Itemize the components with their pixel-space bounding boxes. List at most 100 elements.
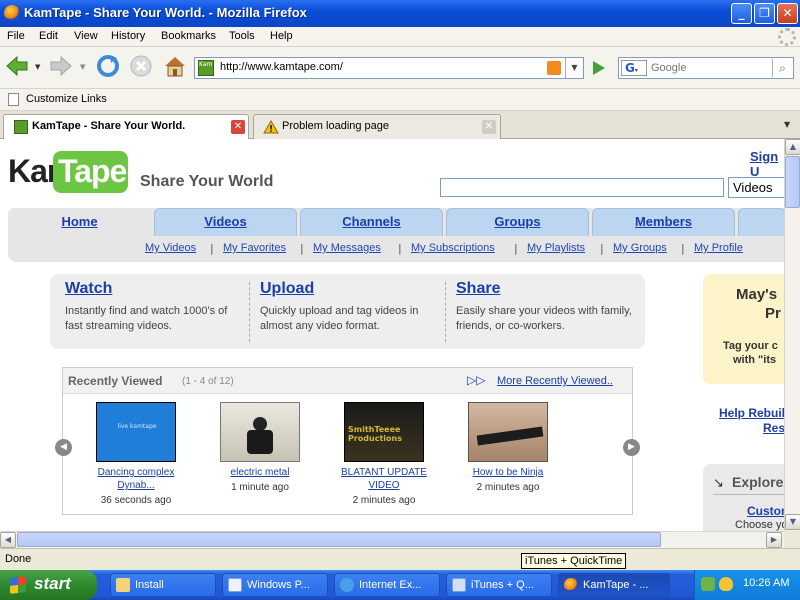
scroll-thumb[interactable] (17, 532, 661, 547)
status-bar: Done (0, 548, 800, 570)
video-title-4[interactable]: How to be Ninja (458, 466, 558, 479)
task-label: iTunes + Q... (471, 579, 534, 591)
explore-arrow-icon: ↘ (713, 476, 724, 491)
task-windows-p[interactable]: Windows P... (222, 573, 328, 597)
forward-button[interactable] (48, 53, 74, 79)
search-magnifier-icon[interactable]: ⌕ (772, 59, 792, 77)
separator: | (681, 242, 685, 255)
menu-bookmarks[interactable]: Bookmarks (161, 30, 216, 42)
explore-title: Explore (732, 474, 784, 490)
search-bar[interactable]: G▾ ⌕ (618, 57, 794, 79)
video-time-3: 2 minutes ago (352, 495, 416, 506)
clock[interactable]: 10:26 AM (743, 577, 789, 589)
menu-tools[interactable]: Tools (229, 30, 255, 42)
reload-icon[interactable] (95, 53, 121, 79)
tab-list-dropdown[interactable]: ▼ (784, 120, 790, 129)
task-internet-explorer[interactable]: Internet Ex... (334, 573, 440, 597)
tooltip: iTunes + QuickTime (521, 553, 627, 569)
minimize-button[interactable]: _ (731, 3, 752, 24)
video-title-1[interactable]: Dancing complex Dynab... (86, 466, 186, 492)
carousel-prev-button[interactable]: ◀ (55, 439, 72, 456)
tab-close-icon[interactable]: ✕ (231, 120, 245, 134)
menu-history[interactable]: History (111, 30, 145, 42)
task-install[interactable]: Install (110, 573, 216, 597)
search-scope-select[interactable]: Videos (728, 177, 784, 198)
video-thumbnail-4[interactable] (468, 402, 548, 462)
tab-videos[interactable]: Videos (154, 208, 297, 236)
tab-channels[interactable]: Channels (300, 208, 443, 236)
address-bar[interactable]: Kam http://www.kamtape.com/ ▼ (194, 57, 584, 79)
feature-watch-title[interactable]: Watch (65, 280, 112, 298)
task-kamtape-firefox[interactable]: KamTape - ... (558, 573, 670, 597)
back-button[interactable] (4, 53, 30, 79)
sublink-my-messages[interactable]: My Messages (313, 242, 381, 254)
forward-history-dropdown[interactable]: ▼ (80, 63, 85, 71)
explore-custom-link[interactable]: Custom (747, 504, 784, 518)
search-engine-icon[interactable]: G▾ (621, 60, 647, 76)
tab-label: Problem loading page (282, 120, 390, 132)
window-title-bar[interactable]: KamTape - Share Your World. - Mozilla Fi… (0, 0, 800, 27)
video-thumbnail-1[interactable]: live kamtape (96, 402, 176, 462)
sublink-my-favorites[interactable]: My Favorites (223, 242, 286, 254)
video-title-2[interactable]: electric metal (210, 466, 310, 479)
more-recently-viewed-link[interactable]: More Recently Viewed.. (497, 375, 613, 387)
sublink-my-playlists[interactable]: My Playlists (527, 242, 585, 254)
sublink-my-profile[interactable]: My Profile (694, 242, 743, 254)
tab-problem-loading[interactable]: Problem loading page ✕ (253, 114, 501, 139)
video-thumbnail-3[interactable]: SmithTeeee Productions (344, 402, 424, 462)
maximize-button[interactable]: ❐ (754, 3, 775, 24)
more-arrow-icon: ▷▷ (467, 373, 486, 387)
thumb-caption: live kamtape (117, 423, 157, 430)
logo-tape-box[interactable]: Tape (53, 151, 128, 193)
rss-feed-icon[interactable] (547, 61, 561, 75)
video-title-3[interactable]: BLATANT UPDATE VIDEO (334, 466, 434, 492)
tab-kamtape[interactable]: KamTape - Share Your World. ✕ (3, 114, 249, 139)
vertical-scrollbar[interactable]: ▲ ▼ (784, 139, 800, 531)
tab-members[interactable]: Members (592, 208, 735, 236)
home-icon[interactable] (162, 53, 188, 79)
site-search-input[interactable] (440, 178, 724, 197)
bookmark-customize-links[interactable]: Customize Links (26, 93, 107, 105)
video-thumbnail-2[interactable] (220, 402, 300, 462)
tab-close-icon[interactable]: ✕ (482, 120, 496, 134)
close-button[interactable]: ✕ (777, 3, 798, 24)
scroll-right-button[interactable]: ▶ (766, 532, 782, 548)
feature-upload-title[interactable]: Upload (260, 280, 314, 298)
scroll-up-button[interactable]: ▲ (785, 139, 800, 155)
menu-bar: File Edit View History Bookmarks Tools H… (0, 27, 800, 47)
help-rebuild-link[interactable]: Help Rebuil (719, 406, 784, 420)
task-label: Internet Ex... (359, 579, 422, 591)
scroll-thumb[interactable] (785, 156, 800, 208)
sublink-my-groups[interactable]: My Groups (613, 242, 667, 254)
ie-icon (340, 578, 354, 592)
menu-help[interactable]: Help (270, 30, 293, 42)
sign-up-link[interactable]: Sign U (750, 149, 784, 179)
carousel-next-button[interactable]: ▶ (623, 439, 640, 456)
stop-icon[interactable] (128, 53, 154, 79)
sublink-my-videos[interactable]: My Videos (145, 242, 196, 254)
tab-home[interactable]: Home (8, 208, 151, 236)
help-rebuild-link-2[interactable]: Res (763, 421, 784, 435)
back-history-dropdown[interactable]: ▼ (35, 63, 40, 71)
security-shield-icon[interactable] (719, 577, 733, 591)
network-icon[interactable] (701, 577, 715, 591)
sublink-my-subscriptions[interactable]: My Subscriptions (411, 242, 495, 254)
menu-file[interactable]: File (7, 30, 25, 42)
tab-groups[interactable]: Groups (446, 208, 589, 236)
feature-share-title[interactable]: Share (456, 280, 500, 298)
search-input[interactable] (651, 60, 769, 76)
video-time-4: 2 minutes ago (476, 482, 540, 493)
status-text: Done (5, 553, 32, 565)
scroll-down-button[interactable]: ▼ (785, 514, 800, 530)
start-label: start (34, 574, 71, 593)
divider (249, 282, 250, 342)
task-itunes[interactable]: iTunes + Q... (446, 573, 552, 597)
go-button[interactable] (588, 58, 608, 78)
menu-edit[interactable]: Edit (39, 30, 58, 42)
url-dropdown-button[interactable]: ▼ (565, 58, 583, 78)
start-button[interactable]: start (0, 570, 97, 600)
horizontal-scrollbar[interactable]: ◀ ▶ (0, 531, 784, 548)
tab-more[interactable] (738, 208, 784, 236)
menu-view[interactable]: View (74, 30, 98, 42)
scroll-left-button[interactable]: ◀ (0, 532, 16, 548)
